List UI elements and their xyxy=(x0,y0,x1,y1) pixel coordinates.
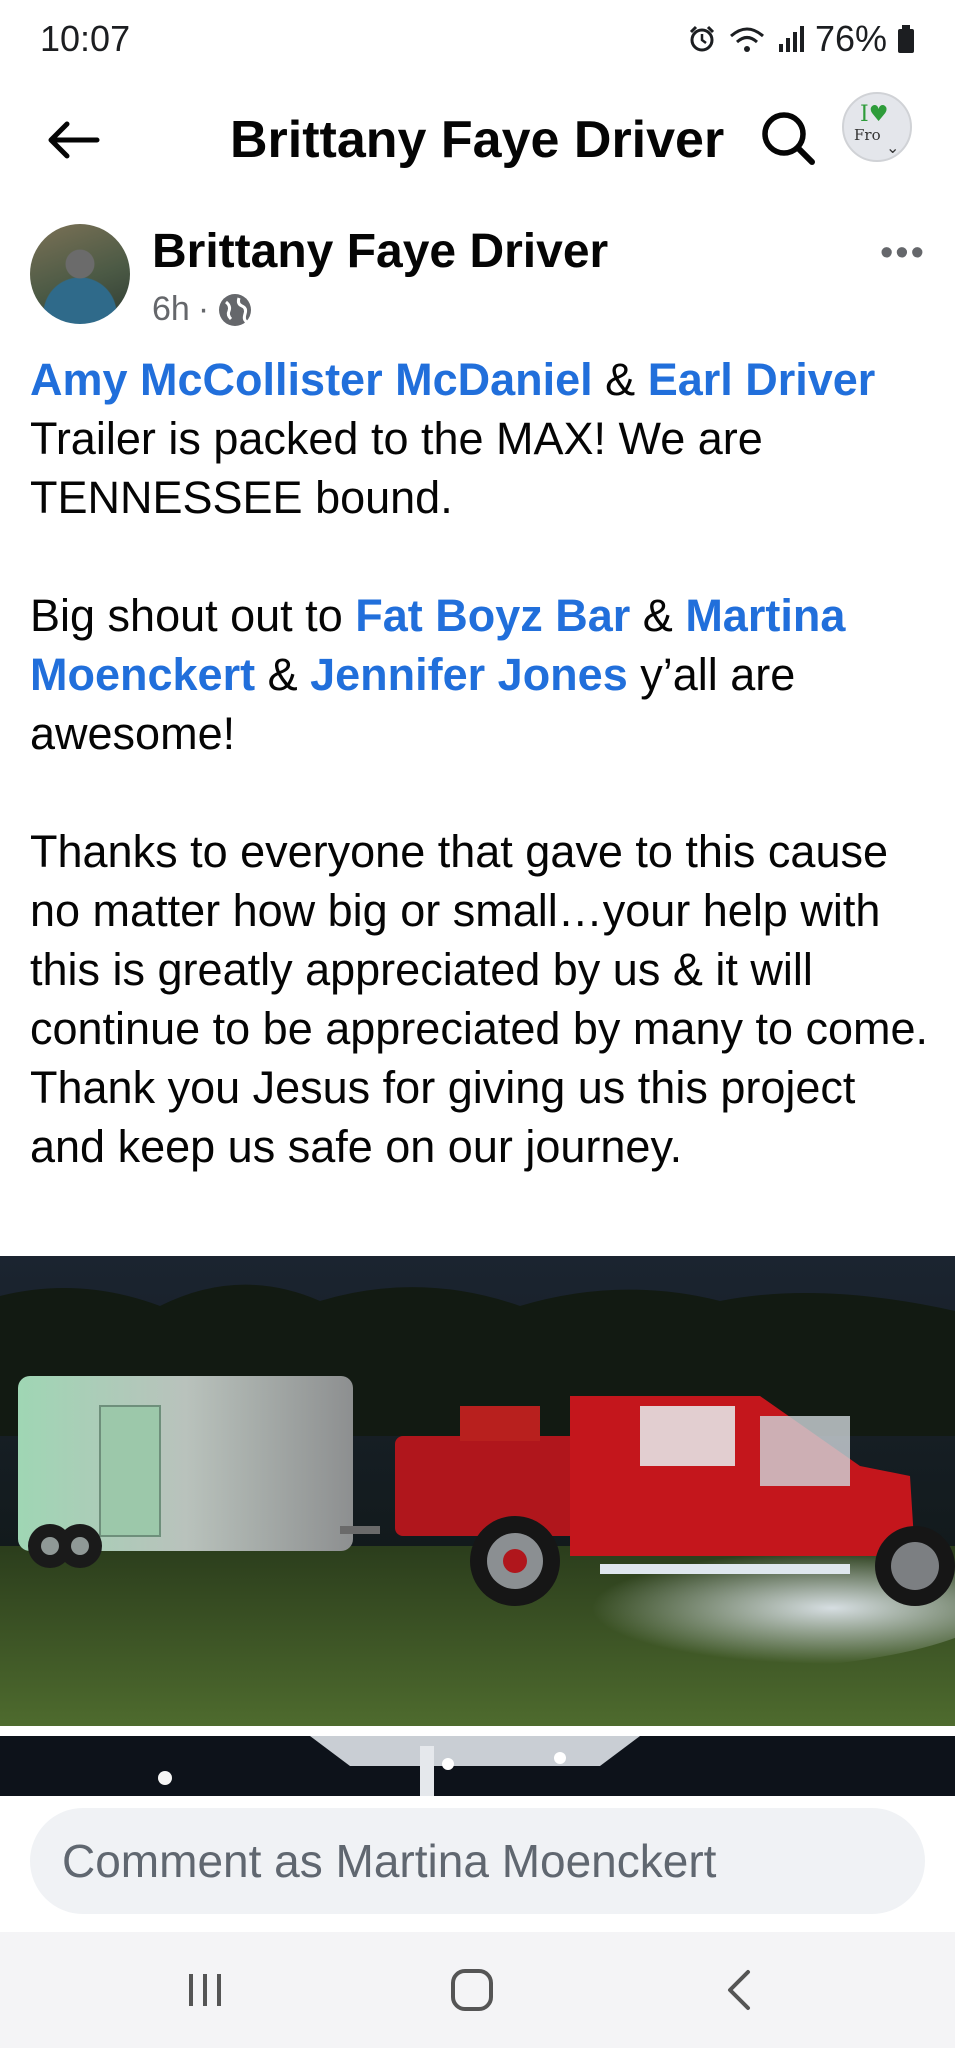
comment-input[interactable]: Comment as Martina Moenckert xyxy=(30,1808,925,1914)
post-text: Amy McCollister McDaniel & Earl Driver Tr… xyxy=(30,350,930,1176)
tag-jennifer-jones[interactable]: Jennifer Jones xyxy=(310,649,628,700)
globe-icon xyxy=(219,293,252,326)
alarm-icon xyxy=(689,25,714,52)
recent-apps-icon xyxy=(189,1974,221,2006)
author-avatar[interactable] xyxy=(30,224,130,324)
post-line-trailer: Trailer is packed to the MAX! We are TEN… xyxy=(30,413,763,523)
more-options-button[interactable]: ••• xyxy=(880,232,926,275)
search-button[interactable] xyxy=(752,98,824,178)
meta-separator: · xyxy=(197,290,210,328)
home-button[interactable] xyxy=(437,1960,507,2020)
post-paragraph-3: Thanks to everyone that gave to this cau… xyxy=(30,826,929,1054)
heart-icon: I♥ xyxy=(860,102,889,127)
tag-fat-boyz-bar[interactable]: Fat Boyz Bar xyxy=(355,590,630,641)
post-photo-2-graphic xyxy=(0,1736,955,1796)
page-title: Brittany Faye Driver xyxy=(230,111,725,169)
status-icons: 76% xyxy=(687,18,915,60)
post-author-name[interactable]: Brittany Faye Driver xyxy=(152,224,608,279)
post-photo-graphic xyxy=(0,1256,955,1726)
tag-amy-mccollister-mcdaniel[interactable]: Amy McCollister McDaniel xyxy=(30,354,593,405)
wifi-icon xyxy=(729,27,764,52)
signal-icon xyxy=(778,26,804,52)
status-bar: 10:07 76% xyxy=(0,0,955,80)
system-nav-bar xyxy=(0,1932,955,2048)
nav-back-button[interactable] xyxy=(705,1960,775,2020)
back-arrow-icon xyxy=(48,121,100,159)
post-header: Brittany Faye Driver 6h · ••• xyxy=(0,212,955,332)
chevron-down-icon: ⌄ xyxy=(886,140,900,157)
post-photo-2[interactable] xyxy=(0,1736,955,1796)
comment-placeholder: Comment as Martina Moenckert xyxy=(62,1835,717,1887)
battery-icon xyxy=(898,25,914,53)
status-time: 10:07 xyxy=(40,18,131,59)
back-button[interactable] xyxy=(38,100,108,180)
app-header: Brittany Faye Driver I♥ Fro ⌄ xyxy=(0,80,955,200)
comment-bar: Comment as Martina Moenckert xyxy=(0,1796,955,1932)
search-icon xyxy=(762,112,815,165)
nav-back-icon xyxy=(728,1970,750,2010)
post-meta: 6h · xyxy=(152,290,253,329)
profile-switch-text: Fro xyxy=(854,126,881,144)
battery-percent: 76% xyxy=(814,18,887,59)
post-photo[interactable] xyxy=(0,1256,955,1726)
post-time[interactable]: 6h xyxy=(152,290,190,329)
post-paragraph-4: Thank you Jesus for giving us this proje… xyxy=(30,1062,856,1172)
recent-apps-button[interactable] xyxy=(170,1960,240,2020)
tag-earl-driver[interactable]: Earl Driver xyxy=(648,354,876,405)
home-icon xyxy=(451,1969,493,2011)
post-paragraph-1: Amy McCollister McDaniel & Earl Driver Tr… xyxy=(30,354,876,523)
profile-switcher-button[interactable]: I♥ Fro ⌄ xyxy=(842,92,912,162)
post-paragraph-2: Big shout out to Fat Boyz Bar & Martina … xyxy=(30,590,846,759)
